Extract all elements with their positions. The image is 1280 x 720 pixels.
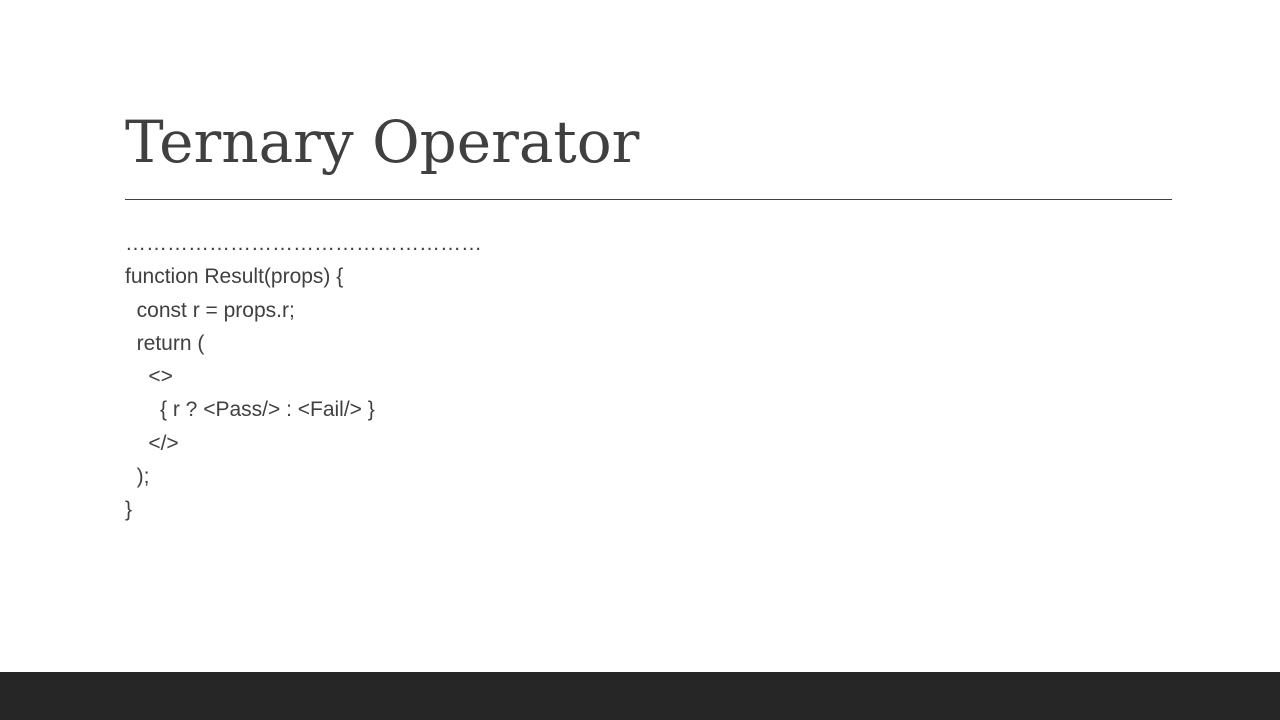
title-divider (125, 199, 1172, 200)
code-line: function Result(props) { (125, 265, 344, 289)
code-line: <> (125, 365, 173, 389)
code-line: return ( (125, 331, 205, 355)
code-line: const r = props.r; (125, 298, 295, 322)
code-line: </> (125, 431, 179, 455)
code-line: …………………………………………… (125, 232, 482, 255)
code-block: …………………………………………… function Result(props)… (125, 227, 482, 527)
slide: Ternary Operator …………………………………………… funct… (0, 0, 1280, 720)
footer-band (0, 672, 1280, 720)
code-line: } (125, 498, 133, 522)
slide-title: Ternary Operator (125, 108, 640, 176)
code-line: ); (125, 465, 150, 489)
code-line: { r ? <Pass/> : <Fail/> } (125, 398, 375, 422)
